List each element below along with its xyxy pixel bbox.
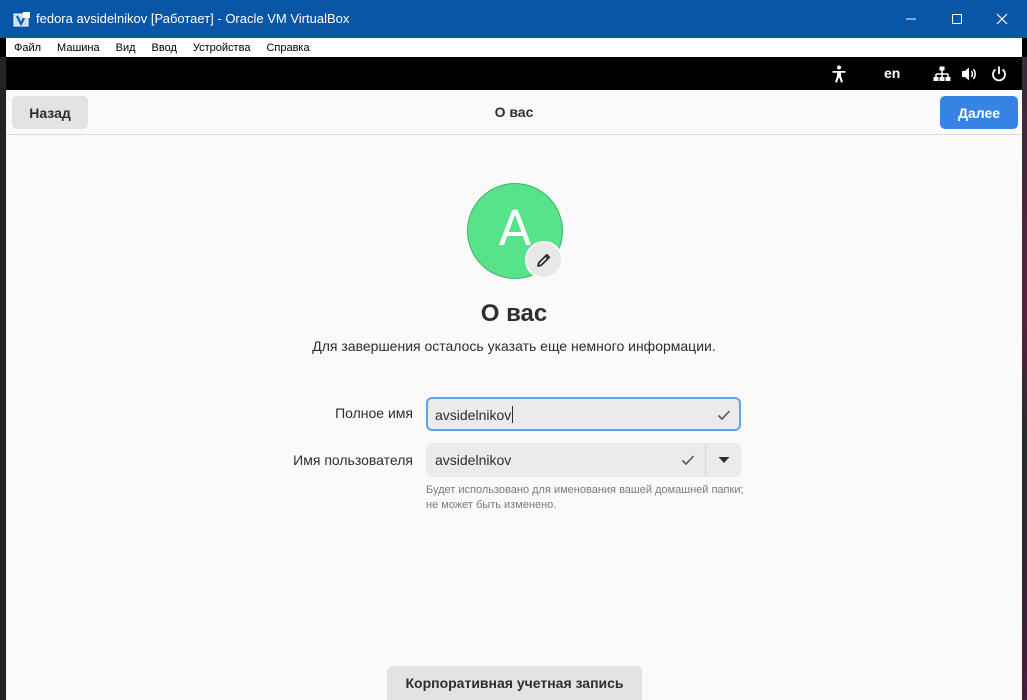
close-icon — [996, 13, 1008, 25]
chevron-down-icon — [718, 457, 729, 463]
virtualbox-window: fedora avsidelnikov [Работает] - Oracle … — [0, 0, 1027, 700]
menu-devices[interactable]: Устройства — [185, 42, 259, 54]
full-name-value: avsidelnikov — [435, 407, 512, 423]
page-heading: О вас — [480, 300, 548, 327]
window-title: fedora avsidelnikov [Работает] - Oracle … — [36, 11, 350, 26]
minimize-icon — [906, 18, 916, 20]
enterprise-login-button[interactable]: Корпоративная учетная запись — [387, 666, 642, 700]
close-button[interactable] — [979, 0, 1025, 38]
gnome-top-bar: en — [6, 57, 1022, 90]
username-value: avsidelnikov — [435, 452, 512, 468]
window-titlebar[interactable]: fedora avsidelnikov [Работает] - Oracle … — [0, 0, 1027, 38]
maximize-icon — [952, 14, 962, 24]
page-subtitle: Для завершения осталось указать еще немн… — [312, 338, 716, 354]
username-combo[interactable]: avsidelnikov — [426, 443, 741, 477]
menu-view[interactable]: Вид — [108, 42, 144, 54]
username-dropdown-button[interactable] — [706, 443, 741, 477]
keyboard-layout-indicator[interactable]: en — [884, 65, 900, 81]
gnome-initial-setup: Назад О вас Далее A О вас Для завершения… — [6, 90, 1022, 700]
avatar-edit-button[interactable] — [525, 241, 563, 279]
menu-machine[interactable]: Машина — [49, 42, 108, 54]
network-icon[interactable] — [932, 65, 952, 83]
power-icon[interactable] — [989, 65, 1009, 83]
username-label: Имя пользователя — [293, 452, 413, 468]
virtualbox-app-icon — [13, 12, 30, 27]
username-hint: Будет использовано для именования вашей … — [426, 484, 744, 511]
accessibility-icon[interactable] — [829, 65, 849, 83]
avatar-letter: A — [498, 201, 532, 257]
host-background-right — [1022, 57, 1027, 700]
volume-icon[interactable] — [960, 65, 980, 83]
headerbar: Назад О вас Далее — [6, 90, 1022, 135]
check-icon — [681, 455, 695, 466]
check-icon — [717, 410, 731, 421]
maximize-button[interactable] — [934, 0, 980, 38]
menu-input[interactable]: Ввод — [144, 42, 185, 54]
full-name-field[interactable]: avsidelnikov — [426, 397, 741, 431]
text-caret — [512, 406, 514, 423]
menu-file[interactable]: Файл — [6, 42, 49, 54]
headerbar-title: О вас — [494, 104, 534, 120]
menubar: Файл Машина Вид Ввод Устройства Справка — [6, 38, 1022, 57]
menu-help[interactable]: Справка — [258, 42, 317, 54]
next-button[interactable]: Далее — [940, 96, 1018, 129]
minimize-button[interactable] — [888, 0, 934, 38]
full-name-label: Полное имя — [335, 405, 413, 421]
pencil-icon — [537, 253, 551, 267]
full-name-value-wrap: avsidelnikov — [435, 406, 514, 423]
